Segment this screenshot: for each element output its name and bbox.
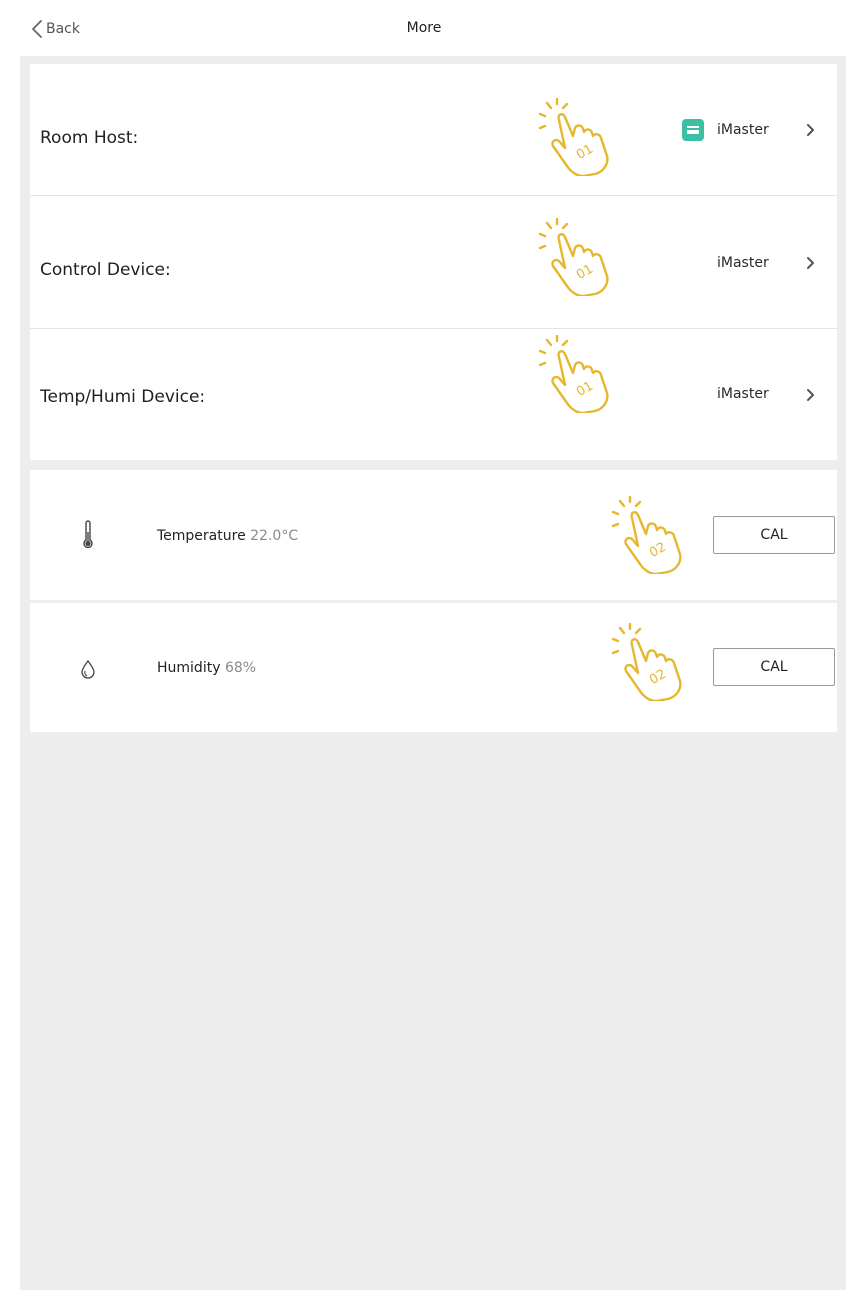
chevron-right-icon: [807, 389, 814, 401]
tap-hint-icon: 01: [538, 335, 609, 413]
temp-humi-device-row[interactable]: Temp/Humi Device: 01 iMaster: [30, 329, 837, 460]
svg-text:02: 02: [647, 540, 669, 561]
page-title: More: [406, 20, 442, 36]
temp-humi-device-value: iMaster: [717, 386, 769, 402]
humidity-row: Humidity 68% 02 CAL: [30, 603, 837, 732]
room-host-value: iMaster: [717, 122, 769, 138]
top-bar: Back More: [0, 0, 848, 56]
temp-humi-device-label: Temp/Humi Device:: [40, 387, 206, 407]
temperature-value: 22.0°C: [250, 528, 299, 544]
droplet-icon: [81, 659, 95, 679]
svg-text:01: 01: [574, 379, 596, 400]
chevron-right-icon: [807, 124, 814, 136]
control-device-value: iMaster: [717, 255, 769, 271]
svg-text:02: 02: [647, 667, 669, 688]
tap-hint-icon: 02: [611, 623, 682, 701]
svg-text:01: 01: [574, 142, 596, 163]
thermometer-icon: [83, 520, 93, 549]
svg-text:01: 01: [574, 262, 596, 283]
temperature-label: Temperature: [157, 528, 246, 544]
temperature-cal-button[interactable]: CAL: [713, 516, 835, 554]
chevron-right-icon: [807, 257, 814, 269]
tap-hint-icon: 01: [538, 98, 609, 176]
content-area: Room Host: 01 iMaster Control Device: 01…: [20, 56, 846, 1290]
router-icon: [682, 119, 704, 141]
humidity-label: Humidity: [157, 660, 221, 676]
room-host-label: Room Host:: [40, 128, 139, 148]
humidity-value: 68%: [224, 660, 257, 676]
temperature-row: Temperature 22.0°C 02 CAL: [30, 470, 837, 600]
devices-card: Room Host: 01 iMaster Control Device: 01…: [30, 64, 837, 460]
humidity-cal-button[interactable]: CAL: [713, 648, 835, 686]
room-host-row[interactable]: Room Host: 01 iMaster: [30, 64, 837, 195]
humidity-text: Humidity 68%: [157, 660, 256, 676]
tap-hint-icon: 02: [611, 496, 682, 574]
tap-hint-icon: 01: [538, 218, 609, 296]
control-device-label: Control Device:: [40, 260, 171, 280]
control-device-row[interactable]: Control Device: 01 iMaster: [30, 196, 837, 328]
temperature-text: Temperature 22.0°C: [157, 528, 298, 544]
